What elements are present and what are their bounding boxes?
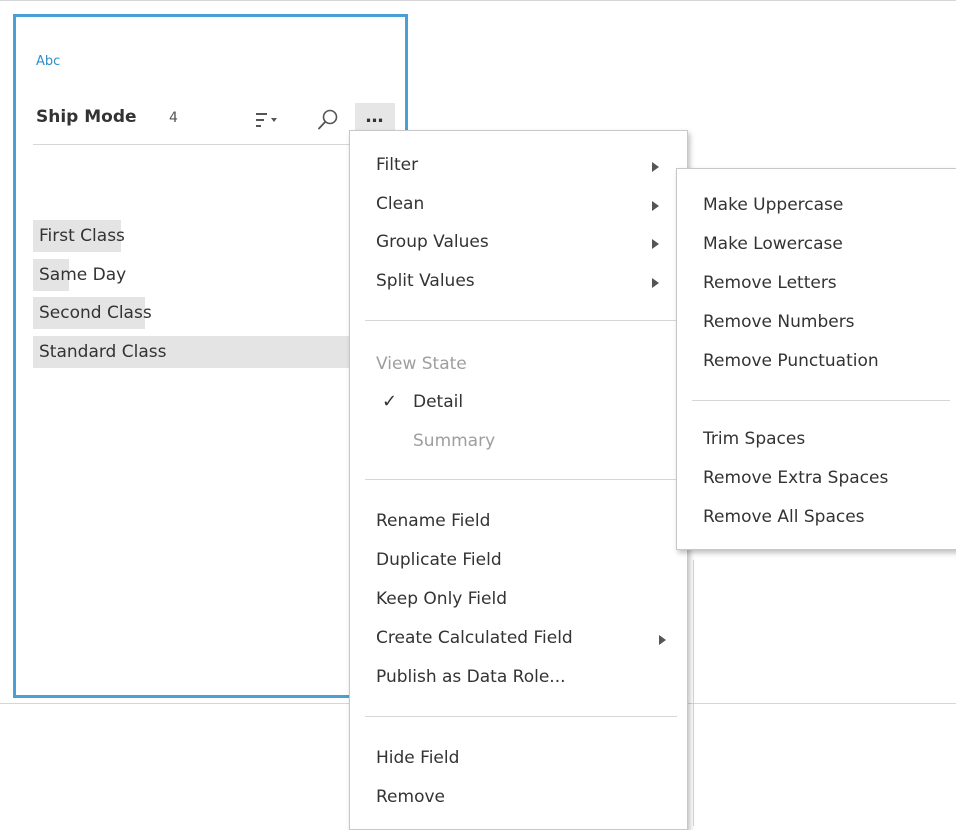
menu-item-duplicate-field[interactable]: Duplicate Field xyxy=(350,543,687,581)
more-icon: … xyxy=(365,106,385,127)
menu-item-label: Make Lowercase xyxy=(703,234,843,254)
menu-item-label: Group Values xyxy=(376,232,489,252)
menu-item-label: Remove Extra Spaces xyxy=(703,468,889,488)
menu-item-remove-numbers[interactable]: Remove Numbers xyxy=(677,305,956,343)
menu-item-remove-punctuation[interactable]: Remove Punctuation xyxy=(677,344,956,382)
menu-item-create-calculated-field[interactable]: Create Calculated Field xyxy=(350,621,687,659)
submenu-arrow-icon xyxy=(659,635,666,645)
menu-item-hide-field[interactable]: Hide Field xyxy=(350,741,687,779)
menu-item-label: Rename Field xyxy=(376,511,491,531)
menu-item-clean[interactable]: Clean xyxy=(350,187,687,225)
menu-item-label: Publish as Data Role... xyxy=(376,667,566,687)
submenu-arrow-icon xyxy=(652,201,659,211)
menu-item-label: Clean xyxy=(376,194,425,214)
submenu-arrow-icon xyxy=(652,239,659,249)
field-value-count: 4 xyxy=(169,110,178,126)
value-row-same-day[interactable]: Same Day xyxy=(33,259,126,291)
checkmark-icon: ✓ xyxy=(382,391,398,412)
menu-item-label: Detail xyxy=(413,392,464,412)
field-context-menu: Filter Clean Group Values Split Values V… xyxy=(349,130,688,830)
field-name: Ship Mode xyxy=(36,107,137,127)
menu-item-label: Filter xyxy=(376,155,419,175)
value-label: Second Class xyxy=(39,303,152,323)
menu-item-label: Duplicate Field xyxy=(376,550,502,570)
menu-separator xyxy=(692,400,950,401)
menu-item-label: Summary xyxy=(413,431,496,451)
menu-item-label: Remove Punctuation xyxy=(703,351,879,371)
column-divider xyxy=(693,560,694,826)
value-label: Standard Class xyxy=(39,342,167,362)
menu-item-make-lowercase[interactable]: Make Lowercase xyxy=(677,227,956,265)
menu-item-label: Remove Letters xyxy=(703,273,837,293)
value-label: First Class xyxy=(39,226,125,246)
menu-item-split-values[interactable]: Split Values xyxy=(350,264,687,302)
menu-item-group-values[interactable]: Group Values xyxy=(350,225,687,263)
menu-item-label: Create Calculated Field xyxy=(376,628,573,648)
value-row-first-class[interactable]: First Class xyxy=(33,220,125,252)
menu-item-label: Trim Spaces xyxy=(703,429,806,449)
value-row-standard-class[interactable]: Standard Class xyxy=(33,336,373,368)
menu-item-label: Split Values xyxy=(376,271,475,291)
data-type-label[interactable]: Abc xyxy=(36,54,60,69)
menu-item-label: Hide Field xyxy=(376,748,460,768)
menu-section-view-state: View State xyxy=(350,347,687,385)
submenu-arrow-icon xyxy=(652,278,659,288)
submenu-arrow-icon xyxy=(652,162,659,172)
menu-item-make-uppercase[interactable]: Make Uppercase xyxy=(677,188,956,226)
value-row-second-class[interactable]: Second Class xyxy=(33,297,152,329)
menu-item-label: Keep Only Field xyxy=(376,589,507,609)
sort-dropdown-icon[interactable] xyxy=(256,111,278,131)
menu-item-remove-all-spaces[interactable]: Remove All Spaces xyxy=(677,500,956,538)
menu-item-label: Make Uppercase xyxy=(703,195,844,215)
menu-item-rename-field[interactable]: Rename Field xyxy=(350,504,687,542)
menu-item-keep-only-field[interactable]: Keep Only Field xyxy=(350,582,687,620)
menu-item-detail[interactable]: ✓ Detail xyxy=(350,385,687,423)
section-header-label: View State xyxy=(376,354,467,374)
header-divider xyxy=(33,144,373,145)
menu-item-label: Remove xyxy=(376,787,445,807)
menu-item-remove[interactable]: Remove xyxy=(350,780,687,818)
menu-item-label: Remove All Spaces xyxy=(703,507,865,527)
menu-separator xyxy=(365,479,677,480)
menu-separator xyxy=(365,716,677,717)
menu-item-summary[interactable]: Summary xyxy=(350,424,687,462)
menu-item-trim-spaces[interactable]: Trim Spaces xyxy=(677,422,956,460)
clean-submenu: Make Uppercase Make Lowercase Remove Let… xyxy=(676,168,956,550)
menu-item-label: Remove Numbers xyxy=(703,312,855,332)
menu-item-filter[interactable]: Filter xyxy=(350,148,687,186)
search-icon[interactable] xyxy=(317,108,339,132)
menu-separator xyxy=(365,320,677,321)
menu-item-publish-as-data-role[interactable]: Publish as Data Role... xyxy=(350,660,687,698)
menu-item-remove-letters[interactable]: Remove Letters xyxy=(677,266,956,304)
top-divider xyxy=(0,0,956,1)
value-label: Same Day xyxy=(39,265,127,285)
menu-item-remove-extra-spaces[interactable]: Remove Extra Spaces xyxy=(677,461,956,499)
